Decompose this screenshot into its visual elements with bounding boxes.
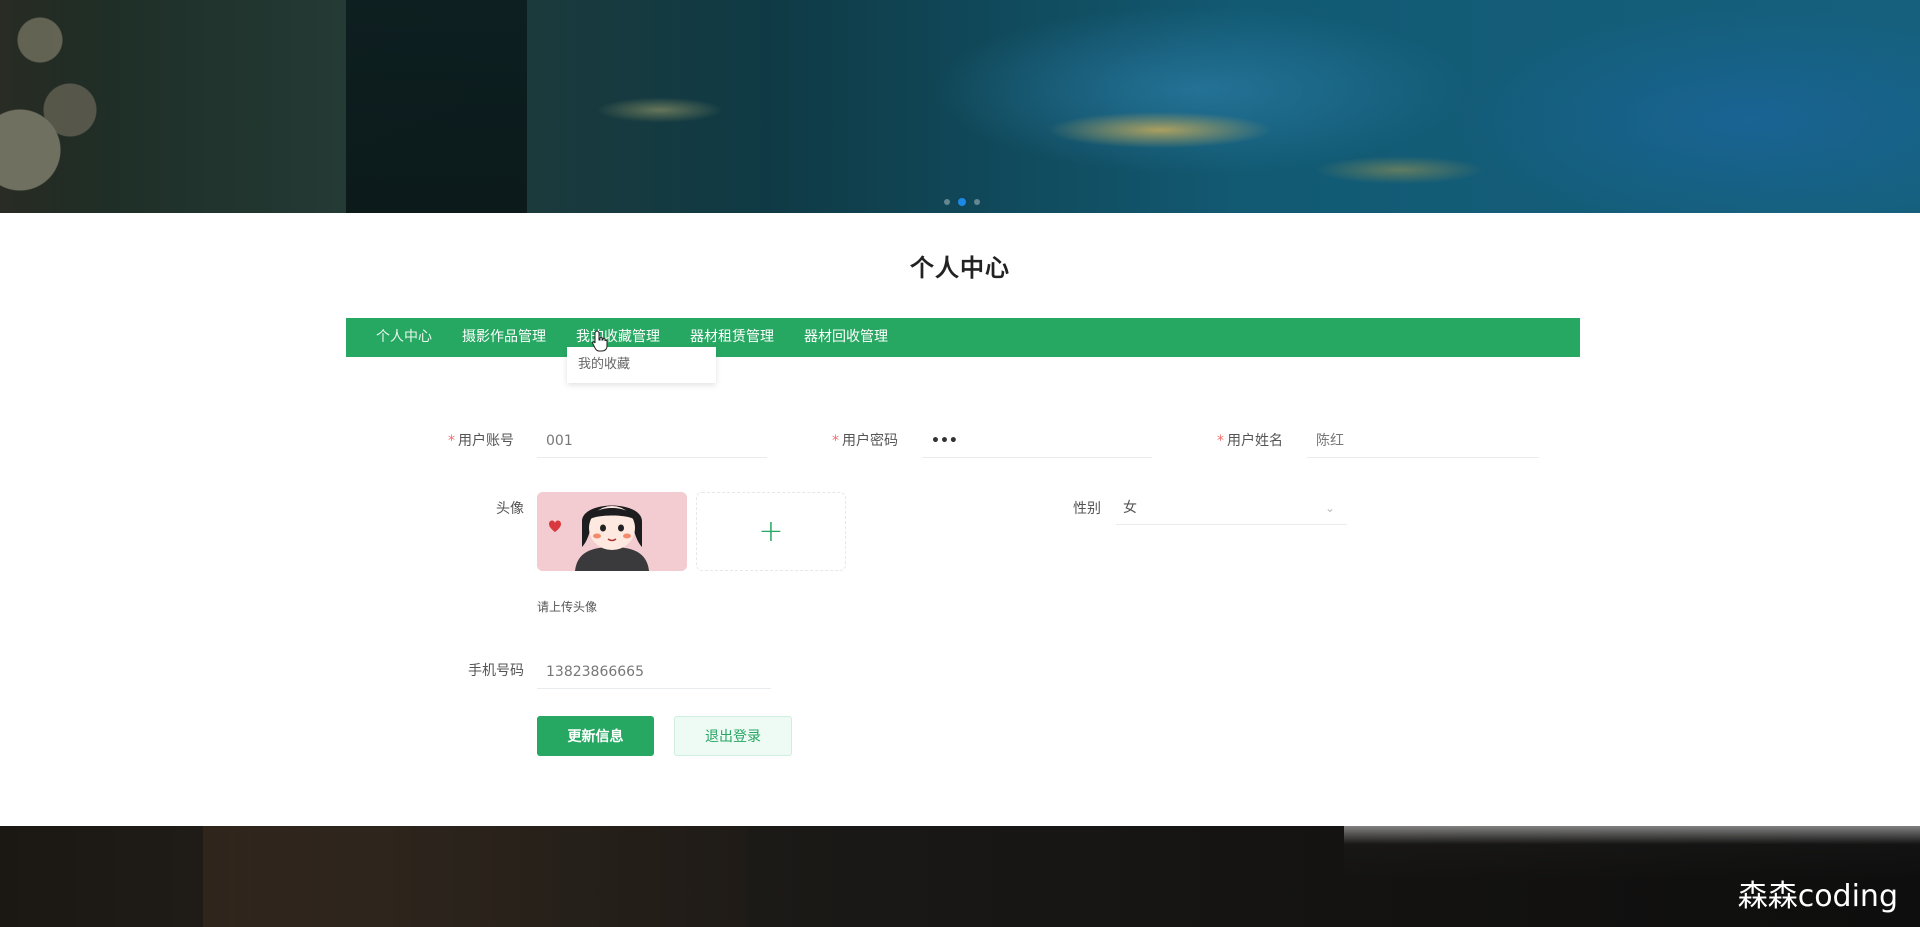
avatar-hint: 请上传头像 xyxy=(537,600,598,614)
avatar-upload-button[interactable]: + xyxy=(696,492,846,571)
phone-input[interactable]: 13823866665 xyxy=(537,655,771,689)
banner-dark-panel xyxy=(346,0,527,213)
nav-item-photo-works[interactable]: 摄影作品管理 xyxy=(447,318,561,357)
nav-dropdown-my-favorites[interactable]: 我的收藏 xyxy=(567,347,716,383)
center-nav: 个人中心 摄影作品管理 我的收藏管理 器材租赁管理 器材回收管理 xyxy=(346,318,1580,357)
avatar-label: 头像 xyxy=(496,501,524,517)
gender-value: 女 xyxy=(1123,500,1137,516)
username-input[interactable]: 001 xyxy=(537,424,767,458)
password-input[interactable]: ••• xyxy=(922,424,1152,458)
plus-icon: + xyxy=(758,514,784,549)
nav-item-equipment-recycle[interactable]: 器材回收管理 xyxy=(789,318,903,357)
avatar-image[interactable] xyxy=(537,492,687,571)
password-label: * 用户密码 xyxy=(832,433,898,449)
banner-rocks xyxy=(0,0,120,213)
realname-label: * 用户姓名 xyxy=(1217,433,1283,449)
hand-cursor-icon xyxy=(592,330,608,352)
update-info-button[interactable]: 更新信息 xyxy=(537,716,654,756)
banner-carousel xyxy=(0,0,1920,213)
avatar-illustration xyxy=(537,492,687,571)
watermark: 森森coding xyxy=(1737,879,1898,914)
chevron-down-icon: ⌄ xyxy=(1324,501,1335,515)
logout-button[interactable]: 退出登录 xyxy=(674,716,792,756)
nav-item-profile[interactable]: 个人中心 xyxy=(346,318,447,357)
carousel-dot-1[interactable] xyxy=(944,199,950,205)
gender-select[interactable]: 女 ⌄ xyxy=(1116,491,1347,525)
carousel-dot-2[interactable] xyxy=(958,198,966,206)
footer-photo-strip xyxy=(203,826,748,927)
phone-label: 手机号码 xyxy=(468,663,524,679)
username-label: * 用户账号 xyxy=(448,433,514,449)
page-title: 个人中心 xyxy=(910,254,1010,282)
carousel-indicators[interactable] xyxy=(944,198,980,206)
realname-input[interactable]: 陈红 xyxy=(1307,424,1539,458)
gender-label: 性别 xyxy=(1073,501,1101,517)
footer: 森森coding xyxy=(0,826,1920,927)
carousel-dot-3[interactable] xyxy=(974,199,980,205)
